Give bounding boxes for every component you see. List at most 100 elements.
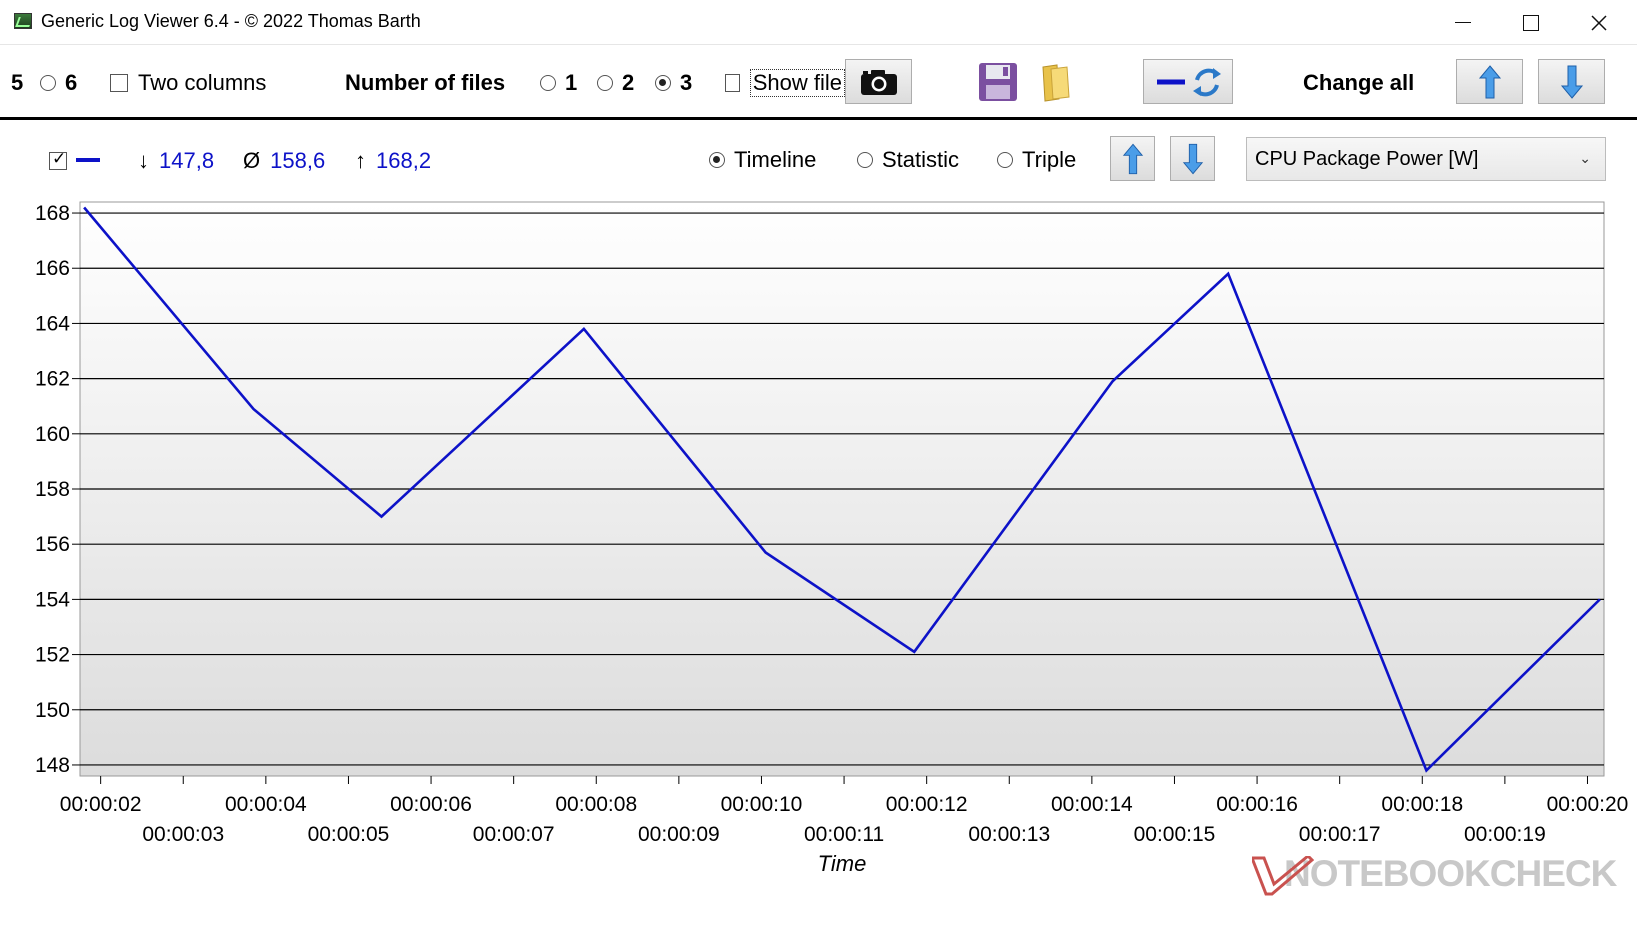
x-tick-label: 00:00:07 (473, 823, 555, 846)
close-icon (1591, 14, 1607, 31)
option-6-radio-circle[interactable] (40, 75, 56, 91)
change-all-label: Change all (1303, 70, 1415, 95)
arrow-down-icon (1560, 65, 1583, 99)
watermark: NOTEBOOKCHECK (1252, 853, 1617, 896)
files-radio-1[interactable]: 1 (540, 68, 577, 98)
metric-select-value: CPU Package Power [W] (1255, 147, 1479, 170)
statistic-label: Statistic (882, 147, 960, 172)
min-symbol: ↓ (138, 148, 149, 173)
series-down-button[interactable] (1170, 136, 1215, 181)
title-bar: Generic Log Viewer 6.4 - © 2022 Thomas B… (0, 0, 1637, 45)
triple-label: Triple (1022, 147, 1077, 172)
files-radio-3[interactable]: 3 (655, 68, 692, 98)
statistic-radio-circle[interactable] (857, 152, 873, 168)
triple-radio-circle[interactable] (997, 152, 1013, 168)
x-tick-label: 00:00:20 (1547, 793, 1629, 816)
x-tick-label: 00:00:17 (1299, 823, 1381, 846)
option-6-radio[interactable]: 6 (40, 68, 77, 98)
change-all-up-button[interactable] (1456, 59, 1523, 104)
x-tick-label: 00:00:12 (886, 793, 968, 816)
x-tick-label: 00:00:16 (1216, 793, 1298, 816)
x-tick-label: 00:00:06 (390, 793, 472, 816)
min-value: 147,8 (159, 148, 215, 173)
arrow-up-icon (1478, 64, 1501, 98)
two-columns-label: Two columns (138, 70, 267, 95)
min-stat: ↓ 147,8 (138, 148, 214, 174)
x-tick-label: 00:00:14 (1051, 793, 1133, 816)
two-columns-check[interactable] (110, 74, 128, 92)
triple-radio[interactable]: Triple (997, 145, 1076, 175)
toolbar: 5 6 Two columns Number of files 1 2 3 Sh… (0, 45, 1637, 120)
x-tick-label: 00:00:10 (721, 793, 803, 816)
chart-area: 148 150 152 154 156 158 160 162 164 166 168 00:00:… (0, 200, 1637, 935)
y-tick-label: 154 (35, 588, 70, 611)
series-up-button[interactable] (1110, 136, 1155, 181)
files-radio-2[interactable]: 2 (597, 68, 634, 98)
y-tick-label: 164 (35, 312, 70, 335)
series-stats-row: ↓ 147,8 Ø 158,6 ↑ 168,2 Timeline Statist… (0, 120, 1637, 200)
series-color-swatch (76, 158, 100, 162)
y-tick-label: 158 (35, 478, 70, 501)
y-tick-label: 162 (35, 368, 70, 391)
max-value: 168,2 (376, 148, 432, 173)
folder-icon (1041, 63, 1070, 102)
watermark-text: NOTEBOOKCHECK (1284, 853, 1617, 894)
timeline-radio-circle[interactable] (709, 152, 725, 168)
files-radio-2-circle[interactable] (597, 75, 613, 91)
series-visible-checkbox[interactable] (49, 149, 67, 170)
change-all-down-button[interactable] (1538, 59, 1605, 104)
files-radio-2-label: 2 (622, 70, 635, 95)
x-axis-title: Time (818, 851, 867, 876)
files-radio-3-circle[interactable] (655, 75, 671, 91)
x-tick-label: 00:00:02 (60, 793, 142, 816)
avg-stat: Ø 158,6 (243, 148, 325, 174)
x-tick-label: 00:00:18 (1381, 793, 1463, 816)
metric-select[interactable]: CPU Package Power [W] ⌄ (1246, 137, 1606, 181)
line-chart[interactable]: 148 150 152 154 156 158 160 162 164 166 168 00:00:… (0, 200, 1637, 935)
x-tick-label: 00:00:15 (1134, 823, 1216, 846)
x-tick-label: 00:00:09 (638, 823, 720, 846)
files-radio-1-label: 1 (565, 70, 578, 95)
app-icon (14, 13, 32, 29)
option-6-label: 6 (65, 70, 78, 95)
arrow-down-icon (1182, 143, 1203, 174)
show-file-checkbox[interactable]: Show file (725, 68, 845, 98)
screenshot-button[interactable] (845, 59, 912, 104)
minimize-button[interactable] (1429, 0, 1497, 45)
y-axis: 148 150 152 154 156 158 160 162 164 166 168 (35, 202, 80, 777)
show-file-label: Show file (749, 69, 845, 97)
close-button[interactable] (1565, 0, 1633, 45)
x-tick-label: 00:00:05 (308, 823, 390, 846)
y-tick-label: 152 (35, 644, 70, 667)
x-tick-label: 00:00:04 (225, 793, 307, 816)
notebookcheck-logo-icon (1252, 856, 1314, 896)
y-tick-label: 160 (35, 423, 70, 446)
chevron-down-icon: ⌄ (1579, 150, 1591, 166)
number-of-files-label: Number of files (345, 70, 506, 95)
y-tick-label: 168 (35, 202, 70, 225)
line-refresh-icon (1157, 67, 1221, 96)
save-button[interactable] (975, 59, 1020, 104)
timeline-label: Timeline (734, 147, 817, 172)
arrow-up-icon (1122, 143, 1143, 174)
camera-icon (860, 69, 897, 95)
statistic-radio[interactable]: Statistic (857, 145, 959, 175)
avg-symbol: Ø (243, 148, 261, 173)
change-line-style-button[interactable] (1143, 59, 1233, 104)
x-tick-label: 00:00:08 (555, 793, 637, 816)
files-radio-3-label: 3 (680, 70, 693, 95)
y-tick-label: 156 (35, 533, 70, 556)
open-folder-button[interactable] (1035, 59, 1080, 104)
files-radio-1-circle[interactable] (540, 75, 556, 91)
x-tick-label: 00:00:03 (142, 823, 224, 846)
y-tick-label: 148 (35, 754, 70, 777)
show-file-check[interactable] (725, 74, 740, 92)
two-columns-checkbox[interactable]: Two columns (110, 68, 266, 98)
max-symbol: ↑ (355, 148, 366, 173)
timeline-radio[interactable]: Timeline (709, 145, 816, 175)
window-title: Generic Log Viewer 6.4 - © 2022 Thomas B… (41, 11, 421, 31)
maximize-button[interactable] (1497, 0, 1565, 45)
avg-value: 158,6 (270, 148, 326, 173)
x-tick-label: 00:00:19 (1464, 823, 1546, 846)
x-axis: 00:00:02 00:00:04 00:00:06 00:00:08 00:00:10… (60, 776, 1629, 846)
